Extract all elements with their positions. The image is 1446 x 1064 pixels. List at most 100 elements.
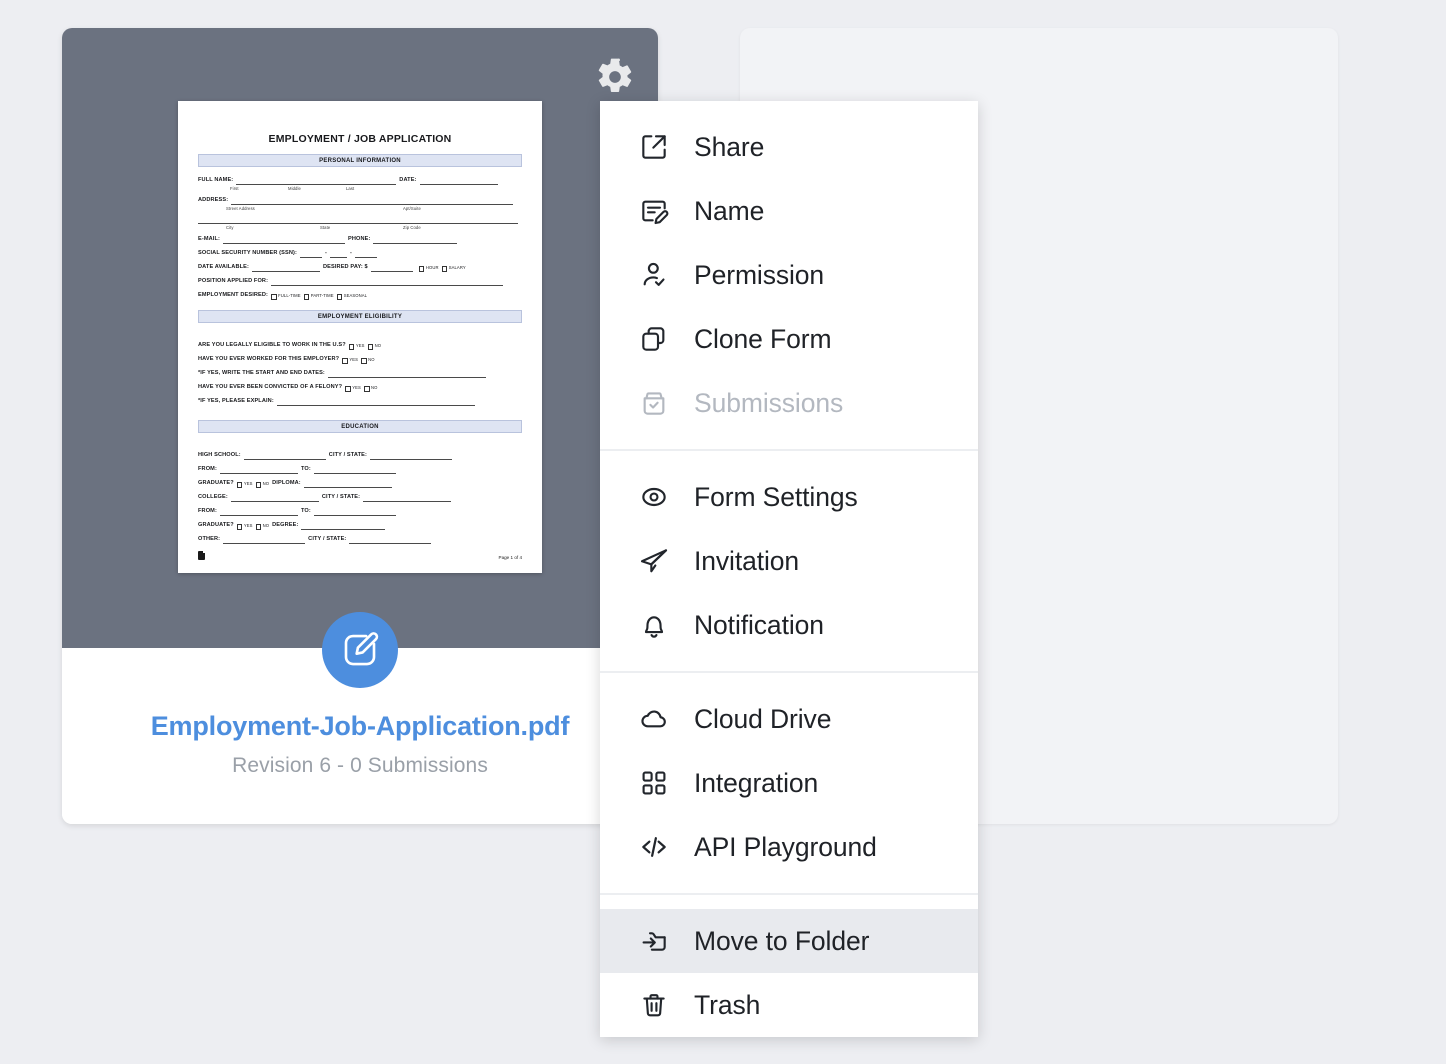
pdf-checkbox-seasonal <box>337 294 343 300</box>
pdf-row-hs-from-to: FROM: TO: <box>198 465 522 474</box>
form-title-link[interactable]: Employment-Job-Application.pdf <box>62 711 658 742</box>
pdf-label-phone: PHONE: <box>348 235 370 244</box>
form-card-header: EMPLOYMENT / JOB APPLICATION PERSONAL IN… <box>62 28 658 648</box>
pdf-checkbox-elig2-no <box>361 358 367 364</box>
pdf-label-email: E-MAIL: <box>198 235 220 244</box>
menu-item-label: Submissions <box>694 390 843 417</box>
eye-icon <box>638 481 674 513</box>
pdf-row-elig-1: ARE YOU LEGALLY ELIGIBLE TO WORK IN THE … <box>198 341 522 350</box>
pdf-row-address-2 <box>198 216 522 224</box>
menu-item-move-to-folder[interactable]: Move to Folder <box>600 909 978 973</box>
menu-item-label: Notification <box>694 612 824 639</box>
menu-item-label: Permission <box>694 262 824 289</box>
menu-group-2: Form Settings Invitation Notification <box>600 449 978 671</box>
menu-group-4: Move to Folder Trash <box>600 893 978 1037</box>
menu-item-label: Move to Folder <box>694 928 869 955</box>
menu-item-name[interactable]: Name <box>600 179 978 243</box>
pdf-row-other: OTHER: CITY / STATE: <box>198 535 522 544</box>
share-external-icon <box>638 131 674 163</box>
pencil-edit-icon[interactable] <box>322 612 398 688</box>
pdf-page-number: Page 1 of 4 <box>499 555 523 560</box>
pdf-label-date-available: DATE AVAILABLE: <box>198 263 249 272</box>
rename-edit-icon <box>638 195 674 227</box>
menu-item-notification[interactable]: Notification <box>600 593 978 657</box>
menu-group-1: Share Name Permission <box>600 115 978 449</box>
pdf-row-position: POSITION APPLIED FOR: <box>198 277 522 286</box>
user-check-icon <box>638 259 674 291</box>
paper-plane-icon <box>638 545 674 577</box>
pdf-row-employment-desired: EMPLOYMENT DESIRED: FULL-TIME PART-TIME … <box>198 291 522 300</box>
pdf-label-employment-desired: EMPLOYMENT DESIRED: <box>198 291 268 300</box>
form-context-menu: Share Name Permission <box>600 101 978 1037</box>
pdf-row-elig-4: HAVE YOU EVER BEEN CONVICTED OF A FELONY… <box>198 383 522 392</box>
menu-item-api-playground[interactable]: API Playground <box>600 815 978 879</box>
menu-item-submissions: Submissions <box>600 371 978 435</box>
pdf-section-personal: PERSONAL INFORMATION <box>198 154 522 167</box>
pdf-label-ssn: SOCIAL SECURITY NUMBER (SSN): <box>198 249 297 258</box>
pdf-row-college-graduate: GRADUATE? YES NO DEGREE: <box>198 521 522 530</box>
pdf-row-college-from-to: FROM: TO: <box>198 507 522 516</box>
form-thumbnail-preview: EMPLOYMENT / JOB APPLICATION PERSONAL IN… <box>178 101 542 573</box>
pdf-checkbox-hs-yes <box>237 482 243 488</box>
inbox-check-icon <box>638 387 674 419</box>
menu-item-label: Trash <box>694 992 760 1019</box>
pdf-row-elig-2: HAVE YOU EVER WORKED FOR THIS EMPLOYER? … <box>198 355 522 364</box>
pdf-section-eligibility: EMPLOYMENT ELIGIBILITY <box>198 310 522 323</box>
menu-item-clone-form[interactable]: Clone Form <box>600 307 978 371</box>
move-to-folder-icon <box>638 925 674 957</box>
pdf-title: EMPLOYMENT / JOB APPLICATION <box>198 133 522 145</box>
pdf-name-sublabels: First Middle Last <box>198 186 522 192</box>
menu-item-label: Invitation <box>694 548 799 575</box>
pdf-checkbox-elig4-yes <box>345 386 351 392</box>
pdf-checkbox-hour <box>419 266 425 272</box>
code-brackets-icon <box>638 831 674 863</box>
pdf-section-education: EDUCATION <box>198 420 522 433</box>
pdf-row-email-phone: E-MAIL: PHONE: <box>198 235 522 244</box>
pdf-label-desired-pay: DESIRED PAY: $ <box>323 263 368 272</box>
pdf-label-date: DATE: <box>399 176 416 185</box>
pdf-label-address: ADDRESS: <box>198 196 228 205</box>
menu-item-label: API Playground <box>694 834 877 861</box>
pdf-checkbox-elig2-yes <box>342 358 348 364</box>
document-icon <box>198 551 205 560</box>
form-card[interactable]: EMPLOYMENT / JOB APPLICATION PERSONAL IN… <box>62 28 658 824</box>
menu-item-label: Form Settings <box>694 484 858 511</box>
menu-item-form-settings[interactable]: Form Settings <box>600 465 978 529</box>
form-meta-text: Revision 6 - 0 Submissions <box>62 754 658 778</box>
menu-item-permission[interactable]: Permission <box>600 243 978 307</box>
menu-item-integration[interactable]: Integration <box>600 751 978 815</box>
pdf-checkbox-elig1-yes <box>349 344 355 350</box>
bell-icon <box>638 609 674 641</box>
trash-icon <box>638 989 674 1021</box>
pdf-row-elig-5: *IF YES, PLEASE EXPLAIN: <box>198 397 522 406</box>
pdf-checkbox-col-no <box>256 524 262 530</box>
pdf-checkbox-full-time <box>271 294 277 300</box>
pdf-row-hs-graduate: GRADUATE? YES NO DIPLOMA: <box>198 479 522 488</box>
menu-item-label: Clone Form <box>694 326 831 353</box>
pdf-checkbox-col-yes <box>237 524 243 530</box>
menu-item-share[interactable]: Share <box>600 115 978 179</box>
pdf-checkbox-elig4-no <box>364 386 370 392</box>
copy-icon <box>638 323 674 355</box>
pdf-row-college: COLLEGE: CITY / STATE: <box>198 493 522 502</box>
gear-icon[interactable] <box>590 52 640 102</box>
pdf-row-elig-3: *IF YES, WRITE THE START AND END DATES: <box>198 369 522 378</box>
pdf-address-sublabels-1: Street Address Apt/Suite <box>198 206 522 212</box>
pdf-row-pay: DATE AVAILABLE: DESIRED PAY: $ HOUR SALA… <box>198 263 522 272</box>
pdf-row-full-name: FULL NAME: DATE: <box>198 176 522 185</box>
pdf-row-ssn: SOCIAL SECURITY NUMBER (SSN): -- <box>198 249 522 258</box>
pdf-checkbox-salary <box>442 266 448 272</box>
pdf-address-sublabels-2: City State Zip Code <box>198 225 522 231</box>
pdf-checkbox-elig1-no <box>368 344 374 350</box>
menu-item-invitation[interactable]: Invitation <box>600 529 978 593</box>
menu-item-label: Name <box>694 198 764 225</box>
menu-group-3: Cloud Drive Integration A <box>600 671 978 893</box>
pdf-row-high-school: HIGH SCHOOL: CITY / STATE: <box>198 451 522 460</box>
pdf-label-full-name: FULL NAME: <box>198 176 233 185</box>
pdf-checkbox-part-time <box>304 294 310 300</box>
menu-item-cloud-drive[interactable]: Cloud Drive <box>600 687 978 751</box>
pdf-row-address: ADDRESS: <box>198 196 522 205</box>
pdf-checkbox-hs-no <box>256 482 262 488</box>
menu-item-trash[interactable]: Trash <box>600 973 978 1037</box>
pdf-footer: Page 1 of 4 <box>198 551 522 560</box>
